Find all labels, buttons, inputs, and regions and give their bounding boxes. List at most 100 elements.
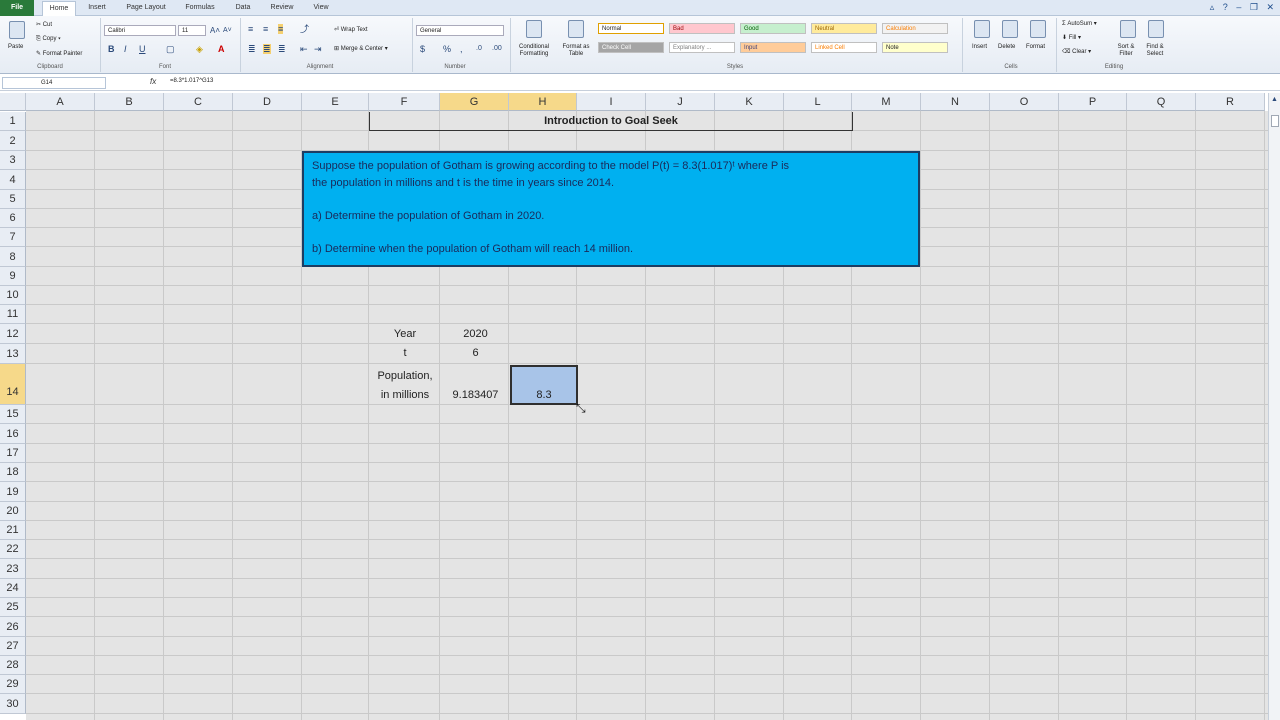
number-format-select[interactable]: General [416,25,504,36]
scroll-up-icon[interactable]: ▲ [1271,95,1278,105]
row-header-20[interactable]: 20 [0,502,26,521]
tab-file[interactable]: File [0,0,34,16]
cell-style-good[interactable]: Good [740,23,806,34]
vertical-scrollbar[interactable]: ▲ [1268,93,1280,720]
row-header-17[interactable]: 17 [0,444,26,463]
cut-button[interactable]: ✂ Cut [36,21,52,28]
tab-page-layout[interactable]: Page Layout [120,1,172,15]
percent-icon[interactable]: % [443,44,451,54]
row-header-24[interactable]: 24 [0,579,26,598]
currency-icon[interactable]: $ [420,44,425,54]
cell-style-note[interactable]: Note [882,42,948,53]
scrollbar-thumb[interactable] [1271,115,1279,127]
clear-button[interactable]: ⌫ Clear ▾ [1062,48,1091,55]
row-header-19[interactable]: 19 [0,482,26,502]
row-header-23[interactable]: 23 [0,559,26,579]
paste-icon[interactable] [9,21,25,39]
column-header-a[interactable]: A [26,93,95,111]
row-header-2[interactable]: 2 [0,131,26,151]
font-size-select[interactable]: 11 [178,25,206,36]
cell-g12[interactable]: 2020 [441,328,510,340]
format-button[interactable]: Format [1026,44,1045,50]
increase-decimal-icon[interactable]: .0 [476,44,482,54]
conditional-formatting-icon[interactable] [526,20,542,38]
row-header-11[interactable]: 11 [0,305,26,324]
column-header-b[interactable]: B [95,93,164,111]
row-header-21[interactable]: 21 [0,521,26,540]
border-icon[interactable]: ▢ [166,44,175,54]
comma-icon[interactable]: , [460,44,463,54]
cell-style-check-cell[interactable]: Check Cell [598,42,664,53]
bold-icon[interactable]: B [108,44,115,54]
fill-color-icon[interactable]: ◈ [196,44,203,54]
font-color-icon[interactable]: A [218,44,225,54]
restore-icon[interactable]: ❐ [1250,2,1258,12]
row-header-8[interactable]: 8 [0,247,26,267]
cell-style-bad[interactable]: Bad [669,23,735,34]
row-header-13[interactable]: 13 [0,344,26,364]
tab-insert[interactable]: Insert [82,1,112,15]
shrink-font-icon[interactable]: A˅ [223,26,232,36]
tab-view[interactable]: View [306,1,336,15]
row-header-16[interactable]: 16 [0,424,26,444]
formula-input[interactable]: =8.3*1.017^G13 [170,78,213,84]
find-select-icon[interactable] [1148,20,1164,38]
align-bottom-icon[interactable]: ≡ [278,24,284,34]
cell-style-linked-cell[interactable]: Linked Cell [811,42,877,53]
row-header-18[interactable]: 18 [0,463,26,482]
format-cells-icon[interactable] [1030,20,1046,38]
decrease-indent-icon[interactable]: ⇤ [300,44,308,54]
cell-style-neutral[interactable]: Neutral [811,23,877,34]
row-header-25[interactable]: 25 [0,598,26,617]
cell-f12[interactable]: Year [369,328,441,340]
column-header-d[interactable]: D [233,93,302,111]
orientation-icon[interactable]: ⤴ [300,24,309,34]
column-header-r[interactable]: R [1196,93,1265,111]
delete-button[interactable]: Delete [998,44,1015,50]
align-right-icon[interactable]: ≣ [278,44,286,54]
tab-formulas[interactable]: Formulas [180,1,220,15]
cell-style-input[interactable]: Input [740,42,806,53]
row-header-27[interactable]: 27 [0,637,26,656]
cell-g14[interactable]: 9.183407 [441,389,510,401]
insert-cells-icon[interactable] [974,20,990,38]
row-header-1[interactable]: 1 [0,112,26,131]
decrease-decimal-icon[interactable]: .00 [492,44,502,54]
close-icon[interactable]: ✕ [1266,2,1274,12]
tab-review[interactable]: Review [264,1,300,15]
wrap-text-button[interactable]: ⏎ Wrap Text [334,26,368,33]
help-icon[interactable]: ? [1223,2,1228,12]
merge-center-button[interactable]: ⊞ Merge & Center ▾ [334,45,388,52]
grow-font-icon[interactable]: A˄ [210,26,220,36]
insert-button[interactable]: Insert [972,44,987,50]
font-name-select[interactable]: Calibri [104,25,176,36]
name-box[interactable]: G14 [2,77,106,89]
autosum-button[interactable]: Σ AutoSum ▾ [1062,20,1097,27]
sheet-title[interactable]: Introduction to Goal Seek [369,112,853,131]
column-header-k[interactable]: K [715,93,784,111]
row-header-28[interactable]: 28 [0,656,26,675]
row-header-9[interactable]: 9 [0,267,26,286]
row-header-30[interactable]: 30 [0,694,26,714]
column-header-j[interactable]: J [646,93,715,111]
find-select-button[interactable]: Find & Select [1140,44,1170,58]
cell-f14-line2[interactable]: in millions [369,389,441,401]
format-as-table-icon[interactable] [568,20,584,38]
italic-icon[interactable]: I [124,44,127,54]
problem-text-box[interactable]: Suppose the population of Gotham is grow… [302,151,920,267]
column-header-e[interactable]: E [302,93,369,111]
fx-icon[interactable]: fx [150,77,156,86]
conditional-formatting-button[interactable]: Conditional Formatting [514,44,554,58]
cell-style-explanatory[interactable]: Explanatory ... [669,42,735,53]
cell-style-calculation[interactable]: Calculation [882,23,948,34]
tab-home[interactable]: Home [42,1,76,16]
tab-data[interactable]: Data [228,1,258,15]
row-header-5[interactable]: 5 [0,190,26,209]
column-header-m[interactable]: M [852,93,921,111]
align-top-icon[interactable]: ≡ [248,24,253,34]
cell-f14-line1[interactable]: Population, [369,370,441,382]
row-header-7[interactable]: 7 [0,228,26,247]
row-header-15[interactable]: 15 [0,405,26,424]
row-header-10[interactable]: 10 [0,286,26,305]
select-all-button[interactable] [0,93,26,111]
